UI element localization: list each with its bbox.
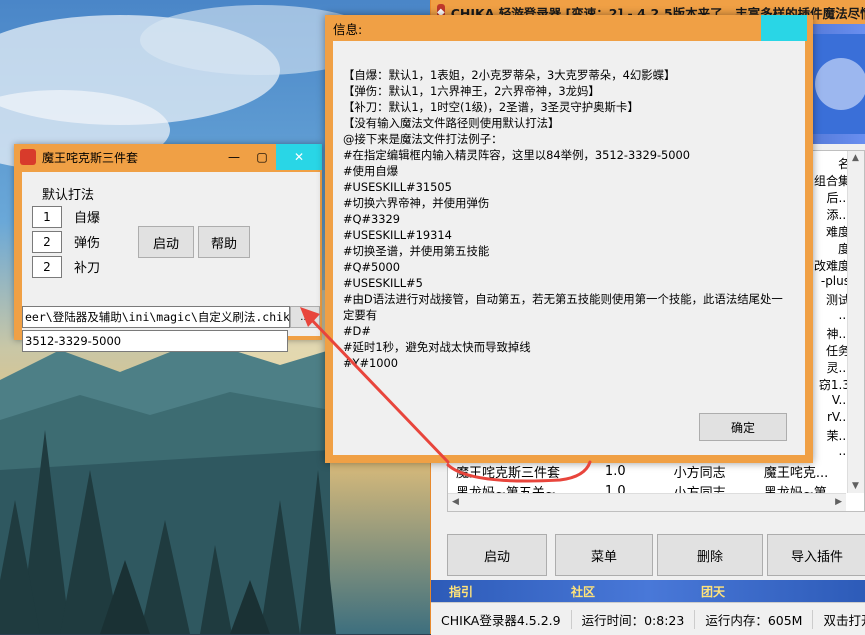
close-icon[interactable]	[761, 15, 807, 41]
dialog-line: 【自爆：默认1，1表姐，2小克罗蒂朵，3大克罗蒂朵，4幻影蝶】	[343, 68, 676, 82]
dialog-line: #Y#1000	[343, 356, 399, 370]
status-runtime: 运行时间：0:8:23	[572, 609, 696, 629]
dialog-line: #USESKILL#31505	[343, 180, 452, 194]
dialog-line: #使用自爆	[343, 164, 399, 178]
browse-button[interactable]: ...	[290, 306, 320, 328]
plugin-list-vscrollbar[interactable]: ▲ ▼	[847, 151, 864, 493]
team-sequence-input[interactable]: 3512-3329-5000	[22, 330, 288, 352]
dialog-line: #USESKILL#5	[343, 276, 423, 290]
window-title: 魔王咤克斯三件套	[42, 150, 139, 165]
status-hint: 双击打开	[823, 612, 865, 628]
plugin-version: 1.0	[604, 463, 626, 479]
status-version: CHIKA登录器4.5.2.9	[431, 609, 572, 629]
scroll-down-icon[interactable]: ▼	[852, 481, 859, 491]
help-button[interactable]: 帮助	[198, 226, 250, 258]
dialog-line: #切换六界帝神，并使用弹伤	[343, 196, 490, 210]
close-icon[interactable]: ✕	[276, 144, 322, 170]
self-destruct-label: 自爆	[74, 211, 101, 226]
dialog-line: #USESKILL#19314	[343, 228, 452, 242]
list-cell-truncated: 组合集	[813, 174, 850, 188]
dialog-message: 【自爆：默认1，1表姐，2小克罗蒂朵，3大克罗蒂朵，4幻影蝶】 【弹伤：默认1，1…	[343, 67, 799, 371]
dialog-line: 定要有	[343, 308, 378, 322]
dialog-line: #D#	[343, 324, 371, 338]
ok-button[interactable]: 确定	[699, 413, 787, 441]
self-destruct-input[interactable]: 1	[32, 206, 62, 228]
magic-plugin-body: 默认打法 1 自爆 2 弹伤 2 补刀 启动 帮助 eer\登陆器及辅助\ini…	[22, 172, 320, 352]
import-plugin-button[interactable]: 导入插件	[767, 534, 865, 576]
dialog-line: #Q#5000	[343, 260, 401, 274]
scroll-right-icon[interactable]: ▶	[835, 497, 842, 507]
default-strategy-heading: 默认打法	[42, 188, 95, 203]
dialog-line: #由D语法进行对战接管，自动第五，若无第五技能则使用第一个技能，此语法结尾处一	[343, 292, 783, 306]
finisher-input[interactable]: 2	[32, 256, 62, 278]
dialog-line: 【弹伤：默认1，1六界神王，2六界帝神，3龙妈】	[343, 84, 600, 98]
info-dialog-title-bar[interactable]: 信息:	[325, 15, 813, 41]
list-cell-truncated: -plus	[820, 274, 850, 288]
strip-item: 团天	[701, 585, 726, 599]
plugin-name: 魔王咤克斯三件套	[456, 465, 561, 481]
plugin-author: 小方同志	[673, 465, 726, 481]
magic-plugin-title-bar[interactable]: 魔王咤克斯三件套 — ▢ ✕	[14, 144, 322, 170]
chika-status-bar: CHIKA登录器4.5.2.9 运行时间：0:8:23 运行内存：605M 双击…	[431, 602, 865, 635]
game-preview-strip: 指引 社区 团天	[431, 580, 865, 602]
dialog-line: 【没有输入魔法文件路径则使用默认打法】	[343, 116, 560, 130]
bounce-damage-label: 弹伤	[74, 236, 101, 251]
bounce-damage-input[interactable]: 2	[32, 231, 62, 253]
finisher-label: 补刀	[74, 261, 101, 276]
dialog-line: @接下来是魔法文件打法例子：	[343, 132, 503, 146]
dialog-title: 信息:	[333, 21, 363, 37]
dialog-line: #延时1秒，避免对战太快而导致掉线	[343, 340, 531, 354]
magic-file-path-input[interactable]: eer\登陆器及辅助\ini\magic\自定义刷法.chika	[22, 306, 290, 328]
info-dialog-body: 【自爆：默认1，1表姐，2小克罗蒂朵，3大克罗蒂朵，4幻影蝶】 【弹伤：默认1，1…	[333, 41, 805, 455]
menu-button[interactable]: 菜单	[555, 534, 653, 576]
start-button[interactable]: 启动	[447, 534, 547, 576]
strip-item: 指引	[449, 585, 474, 599]
scroll-up-icon[interactable]: ▲	[852, 153, 859, 163]
dialog-line: #在指定编辑框内输入精灵阵容，这里以84举例，3512-3329-5000	[343, 148, 691, 162]
magic-plugin-window: 魔王咤克斯三件套 — ▢ ✕ 默认打法 1 自爆 2 弹伤 2 补刀 启动 帮助…	[14, 144, 322, 352]
list-cell-truncated: 窃1.3	[818, 378, 850, 392]
maximize-icon[interactable]: ▢	[248, 144, 276, 170]
table-row[interactable]: 魔王咤克斯三件套 1.0 小方同志 魔王咤克...	[448, 461, 848, 481]
dialog-line: #Q#3329	[343, 212, 401, 226]
status-memory: 运行内存：605M	[695, 609, 814, 629]
delete-button[interactable]: 删除	[657, 534, 763, 576]
list-cell-truncated: 改难度	[813, 259, 850, 273]
plugin-desc: 魔王咤克...	[763, 465, 829, 481]
dialog-line: #切换圣谱，并使用第五技能	[343, 244, 490, 258]
strip-item: 社区	[571, 585, 596, 599]
plugin-list-hscrollbar[interactable]: ◀ ▶	[448, 493, 846, 511]
minimize-icon[interactable]: —	[220, 144, 248, 170]
start-button[interactable]: 启动	[138, 226, 194, 258]
scroll-left-icon[interactable]: ◀	[452, 497, 459, 507]
plugin-app-icon	[20, 149, 36, 165]
info-dialog: 信息: 【自爆：默认1，1表姐，2小克罗蒂朵，3大克罗蒂朵，4幻影蝶】 【弹伤：默…	[325, 15, 813, 463]
dialog-line: 【补刀：默认1，1时空(1级)，2圣谱，3圣灵守护奥斯卡】	[343, 100, 639, 114]
